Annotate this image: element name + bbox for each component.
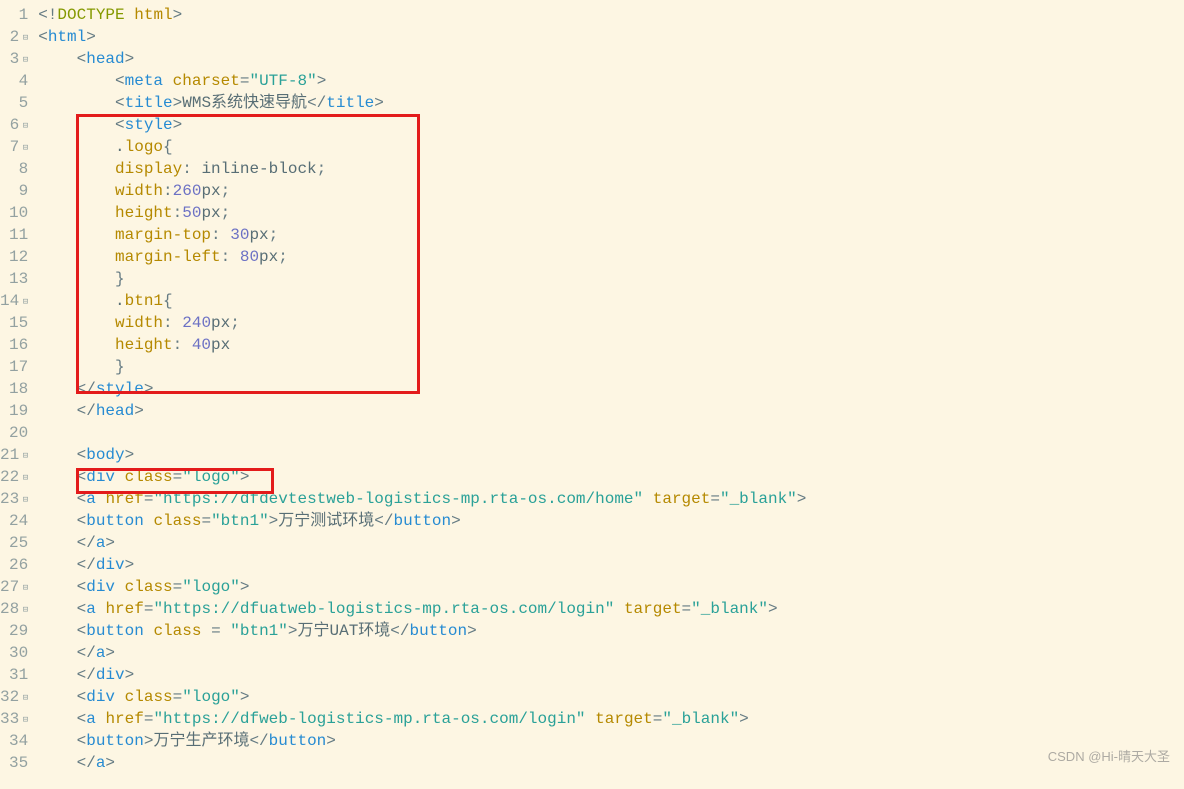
line-number: 1 — [0, 4, 28, 26]
fold-toggle-icon[interactable]: ⊟ — [20, 27, 28, 49]
code-line[interactable]: } — [38, 356, 1184, 378]
code-line[interactable]: .btn1{ — [38, 290, 1184, 312]
code-line[interactable]: </a> — [38, 532, 1184, 554]
fold-toggle-icon[interactable]: ⊟ — [20, 489, 28, 511]
line-number: 9 — [0, 180, 28, 202]
fold-toggle-icon[interactable]: ⊟ — [20, 467, 28, 489]
code-line[interactable]: } — [38, 268, 1184, 290]
code-line[interactable]: margin-top: 30px; — [38, 224, 1184, 246]
code-line[interactable]: <html> — [38, 26, 1184, 48]
code-line[interactable]: <div class="logo"> — [38, 576, 1184, 598]
code-line[interactable]: <button class = "btn1">万宁UAT环境</button> — [38, 620, 1184, 642]
code-line[interactable]: <a href="https://dfdevtestweb-logistics-… — [38, 488, 1184, 510]
code-line[interactable]: </a> — [38, 752, 1184, 774]
code-line[interactable]: <title>WMS系统快速导航</title> — [38, 92, 1184, 114]
code-line[interactable]: <style> — [38, 114, 1184, 136]
code-line[interactable]: <a href="https://dfweb-logistics-mp.rta-… — [38, 708, 1184, 730]
fold-toggle-icon[interactable]: ⊟ — [20, 115, 28, 137]
line-number: 34 — [0, 730, 28, 752]
line-number: 21⊟ — [0, 444, 28, 466]
code-line[interactable]: <button class="btn1">万宁测试环境</button> — [38, 510, 1184, 532]
line-number: 11 — [0, 224, 28, 246]
line-number: 8 — [0, 158, 28, 180]
code-line[interactable]: </div> — [38, 664, 1184, 686]
line-number: 18 — [0, 378, 28, 400]
line-number: 35 — [0, 752, 28, 774]
line-number: 14⊟ — [0, 290, 28, 312]
code-line[interactable]: width:260px; — [38, 180, 1184, 202]
fold-toggle-icon[interactable]: ⊟ — [20, 577, 28, 599]
code-line[interactable]: .logo{ — [38, 136, 1184, 158]
code-line[interactable]: </div> — [38, 554, 1184, 576]
code-line[interactable]: height: 40px — [38, 334, 1184, 356]
fold-toggle-icon[interactable]: ⊟ — [20, 599, 28, 621]
line-number: 24 — [0, 510, 28, 532]
line-number: 31 — [0, 664, 28, 686]
code-line[interactable]: <div class="logo"> — [38, 686, 1184, 708]
line-number: 10 — [0, 202, 28, 224]
line-number: 23⊟ — [0, 488, 28, 510]
line-number-gutter: 12⊟3⊟456⊟7⊟891011121314⊟15161718192021⊟2… — [0, 0, 32, 774]
line-number: 6⊟ — [0, 114, 28, 136]
line-number: 3⊟ — [0, 48, 28, 70]
fold-toggle-icon[interactable]: ⊟ — [20, 687, 28, 709]
code-line[interactable]: <head> — [38, 48, 1184, 70]
line-number: 5 — [0, 92, 28, 114]
line-number: 33⊟ — [0, 708, 28, 730]
line-number: 30 — [0, 642, 28, 664]
code-line[interactable]: width: 240px; — [38, 312, 1184, 334]
fold-toggle-icon[interactable]: ⊟ — [20, 291, 28, 313]
code-line[interactable]: display: inline-block; — [38, 158, 1184, 180]
line-number: 16 — [0, 334, 28, 356]
line-number: 12 — [0, 246, 28, 268]
line-number: 15 — [0, 312, 28, 334]
line-number: 32⊟ — [0, 686, 28, 708]
fold-toggle-icon[interactable]: ⊟ — [20, 137, 28, 159]
code-line[interactable]: <!DOCTYPE html> — [38, 4, 1184, 26]
line-number: 26 — [0, 554, 28, 576]
line-number: 28⊟ — [0, 598, 28, 620]
code-line[interactable]: </head> — [38, 400, 1184, 422]
line-number: 13 — [0, 268, 28, 290]
line-number: 17 — [0, 356, 28, 378]
fold-toggle-icon[interactable]: ⊟ — [20, 445, 28, 467]
line-number: 22⊟ — [0, 466, 28, 488]
line-number: 20 — [0, 422, 28, 444]
code-editor-content[interactable]: <!DOCTYPE html><html> <head> <meta chars… — [32, 0, 1184, 774]
fold-toggle-icon[interactable]: ⊟ — [20, 49, 28, 71]
watermark: CSDN @Hi-晴天大圣 — [1048, 746, 1170, 768]
code-line[interactable]: </style> — [38, 378, 1184, 400]
code-line[interactable] — [38, 422, 1184, 444]
code-line[interactable]: </a> — [38, 642, 1184, 664]
line-number: 25 — [0, 532, 28, 554]
code-line[interactable]: <a href="https://dfuatweb-logistics-mp.r… — [38, 598, 1184, 620]
code-line[interactable]: <button>万宁生产环境</button> — [38, 730, 1184, 752]
code-line[interactable]: margin-left: 80px; — [38, 246, 1184, 268]
line-number: 7⊟ — [0, 136, 28, 158]
line-number: 19 — [0, 400, 28, 422]
line-number: 29 — [0, 620, 28, 642]
code-line[interactable]: <body> — [38, 444, 1184, 466]
code-line[interactable]: <meta charset="UTF-8"> — [38, 70, 1184, 92]
code-line[interactable]: <div class="logo"> — [38, 466, 1184, 488]
line-number: 27⊟ — [0, 576, 28, 598]
line-number: 4 — [0, 70, 28, 92]
line-number: 2⊟ — [0, 26, 28, 48]
fold-toggle-icon[interactable]: ⊟ — [20, 709, 28, 731]
code-line[interactable]: height:50px; — [38, 202, 1184, 224]
